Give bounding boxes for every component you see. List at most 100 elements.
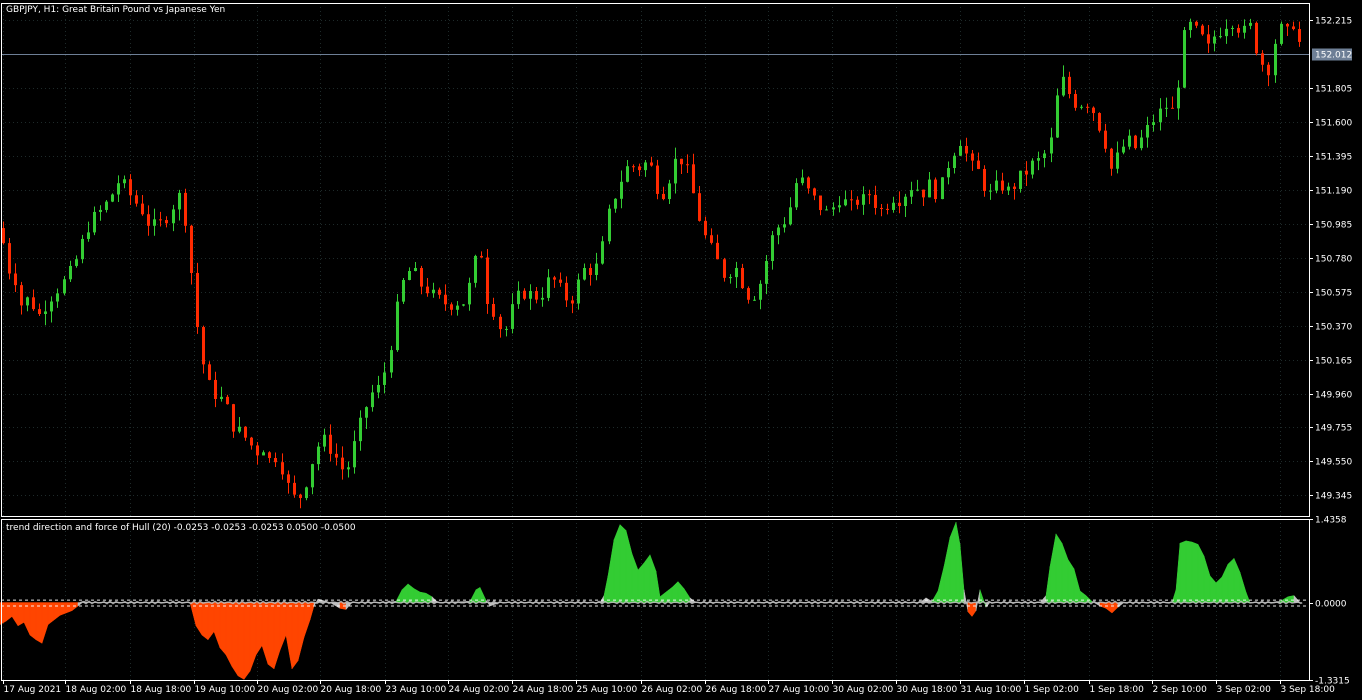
candle-body — [1080, 106, 1083, 108]
indicator-area-segment — [23, 602, 31, 636]
indicator-area-segment — [309, 602, 315, 621]
candle-body — [1134, 135, 1137, 149]
x-tick-label: 30 Aug 02:00 — [833, 685, 894, 695]
candle-body — [111, 194, 114, 202]
candle-body — [783, 224, 786, 228]
indicator-area-segment — [255, 602, 263, 656]
candle-body — [517, 290, 520, 305]
indicator-area-segment — [1105, 602, 1113, 614]
candle-body — [135, 195, 138, 204]
candle-body — [99, 209, 102, 212]
indicator-area-segment — [1203, 555, 1211, 603]
y-tick-label: 150.575 — [1315, 289, 1352, 299]
x-tick-label: 26 Aug 18:00 — [706, 685, 767, 695]
y-tick-label: 151.600 — [1315, 119, 1352, 129]
indicator — [0, 522, 1309, 681]
candle-body — [710, 235, 713, 243]
indicator-area-segment — [1067, 558, 1075, 603]
indicator-title: trend direction and force of Hull (20) -… — [6, 523, 356, 533]
indicator-area-segment — [291, 602, 299, 670]
candle-body — [165, 220, 168, 224]
candle-body — [232, 404, 235, 432]
indicator-area-segment — [971, 602, 977, 618]
candle-body — [468, 282, 471, 305]
x-axis: 17 Aug 2021 18 Aug 02:00 18 Aug 18:00 19 Au… — [3, 680, 1335, 695]
candle-body — [801, 177, 804, 184]
x-tick-label: 18 Aug 18:00 — [131, 685, 192, 695]
candle-body — [250, 437, 253, 446]
candle-body — [577, 279, 580, 304]
candle-body — [450, 304, 453, 310]
candle-body — [214, 379, 217, 400]
indicator-area-segment — [931, 589, 939, 603]
candle-body — [202, 327, 205, 365]
candle-body — [832, 207, 835, 210]
candle-body — [928, 179, 931, 198]
candle-body — [178, 192, 181, 210]
indicator-area-segment — [279, 602, 287, 651]
candle-body — [492, 304, 495, 317]
x-tick-label: 24 Aug 02:00 — [449, 685, 510, 695]
indicator-area-segment — [613, 524, 621, 603]
indicator-area-segment — [1221, 564, 1229, 603]
candle-body — [735, 267, 738, 278]
candle-body — [971, 153, 974, 161]
candle-body — [1267, 64, 1270, 76]
y-tick-label: 151.395 — [1315, 153, 1352, 163]
candle-body — [1146, 124, 1149, 138]
candle-body — [105, 201, 108, 210]
indicator-area-segment — [201, 602, 209, 641]
candle-body — [692, 164, 695, 194]
candle-body — [995, 180, 998, 191]
y-tick-label: 150.780 — [1315, 255, 1352, 265]
candle-body — [1292, 26, 1295, 30]
indicator-area-segment — [631, 553, 639, 603]
candle-body — [1195, 21, 1198, 26]
chart-title: GBPJPY, H1: Great Britain Pound vs Japan… — [6, 5, 225, 15]
indicator-area-segment — [949, 522, 957, 603]
indicator-area-segment — [649, 554, 657, 603]
candle-body — [856, 199, 859, 205]
candle-body — [1213, 36, 1216, 44]
indicator-area-segment — [1055, 533, 1063, 603]
candle-body — [1219, 36, 1222, 38]
candle-body — [1171, 107, 1174, 109]
candle-body — [396, 301, 399, 351]
indicator-area-segment — [297, 602, 305, 661]
candle-body — [850, 199, 853, 201]
candle-body — [20, 285, 23, 306]
indicator-area-segment — [261, 602, 269, 665]
candle-body — [26, 297, 29, 306]
candle-body — [589, 268, 592, 275]
indicator-area-segment — [231, 602, 239, 677]
candle-body — [686, 164, 689, 166]
main-grid — [1, 3, 1309, 516]
candle-body — [238, 426, 241, 432]
x-tick-label: 1 Sep 18:00 — [1090, 685, 1145, 695]
candle-body — [1074, 93, 1077, 108]
candle-body — [953, 155, 956, 169]
candle-body — [741, 267, 744, 289]
candle-body — [365, 407, 368, 418]
candle-body — [75, 259, 78, 266]
x-tick-label: 31 Aug 10:00 — [961, 685, 1022, 695]
candle-body — [795, 183, 798, 208]
indicator-area-segment — [1111, 602, 1119, 614]
candle-body — [1122, 146, 1125, 153]
candle-body — [63, 279, 66, 294]
candle-body — [565, 282, 568, 301]
x-tick-label: 3 Sep 02:00 — [1217, 685, 1272, 695]
candle-body — [983, 168, 986, 191]
candle-body — [499, 316, 502, 330]
candle-body — [1043, 153, 1046, 159]
candle-body — [44, 311, 47, 314]
candle-body — [1286, 23, 1289, 27]
candle-body — [505, 328, 508, 330]
indicator-area-segment — [1239, 572, 1247, 603]
indicator-area-segment — [273, 602, 281, 669]
candle-body — [1298, 29, 1301, 42]
candle-body — [190, 225, 193, 273]
candle-body — [626, 166, 629, 182]
indicator-area-segment — [599, 594, 605, 603]
y-axis-sub: 1.43580.0000-1.3315 — [1309, 516, 1350, 687]
